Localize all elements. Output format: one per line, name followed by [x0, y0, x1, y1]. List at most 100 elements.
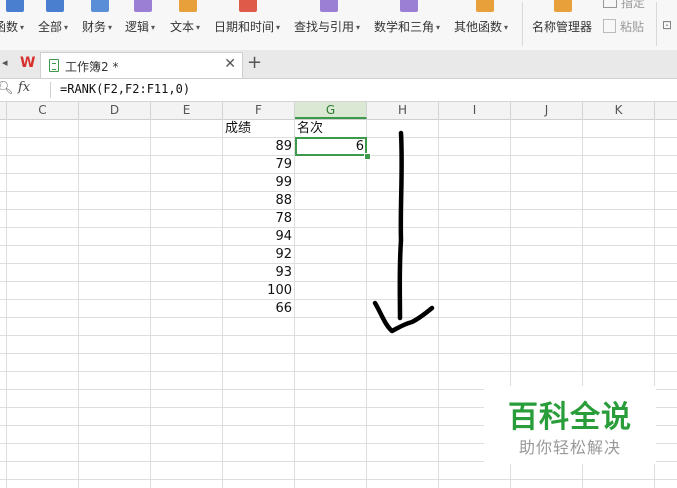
ribbon-lookup-label: 查找与引用 [294, 20, 355, 34]
math-icon [400, 0, 418, 12]
cell-f7-score[interactable]: 94 [223, 228, 295, 246]
column-header-h[interactable]: H [367, 102, 439, 119]
active-cell-outline[interactable] [295, 137, 367, 156]
grid-column-line [78, 119, 79, 488]
ribbon-separator [656, 2, 657, 46]
ribbon-toolbar: 函数▾ 全部▾ 财务▾ 逻辑▾ 文本▾ 日期和时间▾ 查找与引用▾ 数学和三角▾… [0, 0, 677, 51]
cell-f6-score[interactable]: 78 [223, 210, 295, 228]
ribbon-function-label: 函数 [0, 20, 19, 34]
document-tab-bar: ◂ W 工作簿2 * ✕ + [0, 50, 677, 79]
ribbon-date-time-label: 日期和时间 [214, 20, 275, 34]
ribbon-name-manager-label: 名称管理器 [532, 20, 593, 34]
ribbon-all-label: 全部 [38, 20, 63, 34]
cell-f1-score-header[interactable]: 成绩 [225, 120, 295, 138]
ribbon-more-icon[interactable]: ⊡ [662, 18, 672, 32]
formula-input[interactable]: =RANK(F2,F2:F11,0) [60, 82, 190, 96]
column-header-i[interactable]: I [439, 102, 511, 119]
chevron-down-icon: ▾ [276, 23, 281, 32]
date-time-icon [239, 0, 257, 12]
cell-f4-score[interactable]: 99 [223, 174, 295, 192]
close-icon[interactable]: ✕ [224, 56, 236, 72]
ribbon-math-label: 数学和三角 [374, 20, 435, 34]
function-icon [6, 0, 24, 12]
ribbon-paste-label: 粘贴 [620, 20, 645, 34]
column-header-k[interactable]: K [583, 102, 655, 119]
fill-handle[interactable] [364, 153, 371, 160]
ribbon-function-button[interactable]: 函数▾ [0, 0, 32, 50]
column-header-f[interactable]: F [223, 102, 295, 119]
document-tab[interactable]: 工作簿2 * ✕ [40, 52, 243, 78]
chevron-down-icon: ▾ [108, 23, 113, 32]
grid-row-line [0, 479, 677, 480]
column-header-g[interactable]: G [295, 102, 367, 119]
chevron-down-icon: ▾ [504, 23, 509, 32]
grid-row-line [0, 209, 677, 210]
ribbon-text-button[interactable]: 文本 ▾ [170, 0, 210, 50]
ribbon-finance-button[interactable]: 财务 ▾ [82, 0, 122, 50]
chevron-left-icon[interactable]: ◂ [2, 56, 8, 69]
cell-f2-score[interactable]: 89 [223, 138, 295, 156]
wps-logo-icon[interactable]: W [20, 55, 35, 71]
grid-row-line [0, 173, 677, 174]
ribbon-name-manager-button[interactable]: 名称管理器 [532, 0, 594, 50]
spreadsheet-file-icon [49, 59, 59, 72]
ribbon-logic-button[interactable]: 逻辑 ▾ [125, 0, 165, 50]
insert-function-button[interactable]: fx [18, 80, 30, 95]
chevron-down-icon: ▾ [20, 23, 25, 32]
grid-row-line [0, 281, 677, 282]
ribbon-other-functions-label: 其他函数 [454, 20, 503, 34]
ribbon-math-button[interactable]: 数学和三角 ▾ [374, 0, 448, 50]
chevron-down-icon: ▾ [64, 23, 69, 32]
grid-row-line [0, 317, 677, 318]
column-header-e[interactable]: E [151, 102, 223, 119]
text-icon [179, 0, 197, 12]
grid-column-line [6, 119, 7, 488]
ribbon-logic-label: 逻辑 [125, 20, 150, 34]
column-header-d[interactable]: D [79, 102, 151, 119]
zoom-magnifier-icon[interactable]: 🔍︎ [0, 81, 14, 96]
grid-column-line [438, 119, 439, 488]
cell-f9-score[interactable]: 93 [223, 264, 295, 282]
grid-row-line [0, 191, 677, 192]
ribbon-separator [522, 2, 523, 46]
chevron-down-icon: ▾ [196, 23, 201, 32]
chevron-down-icon: ▾ [151, 23, 156, 32]
watermark-logo: 百科全说 助你轻松解决 [484, 386, 656, 464]
grid-row-line [0, 245, 677, 246]
new-tab-button[interactable]: + [247, 52, 262, 73]
column-header-l[interactable] [655, 102, 677, 119]
column-header-c[interactable]: C [7, 102, 79, 119]
cell-f5-score[interactable]: 88 [223, 192, 295, 210]
watermark-title: 百科全说 [508, 400, 632, 435]
row-header-corner[interactable] [0, 102, 7, 119]
ribbon-other-functions-button[interactable]: 其他函数 ▾ [454, 0, 516, 50]
specify-icon [603, 0, 617, 8]
ribbon-all-button[interactable]: 全部 ▾ [38, 0, 78, 50]
all-functions-icon [46, 0, 64, 12]
ribbon-paste-button[interactable]: 粘贴 [603, 18, 644, 35]
ribbon-specify-button[interactable]: 指定 [603, 0, 645, 11]
ribbon-text-label: 文本 [170, 20, 195, 34]
grid-row-line [0, 371, 677, 372]
column-headers: C D E F G H I J K [0, 102, 677, 120]
grid-row-line [0, 263, 677, 264]
grid-row-line [0, 227, 677, 228]
grid-column-line [366, 119, 367, 488]
other-functions-icon [476, 0, 494, 12]
cell-f10-score[interactable]: 100 [223, 282, 295, 300]
finance-icon [91, 0, 109, 12]
cell-g1-rank-header[interactable]: 名次 [297, 120, 367, 138]
ribbon-specify-label: 指定 [621, 0, 646, 10]
cell-f3-score[interactable]: 79 [223, 156, 295, 174]
grid-row-line [0, 335, 677, 336]
column-header-j[interactable]: J [511, 102, 583, 119]
ribbon-date-time-button[interactable]: 日期和时间 ▾ [214, 0, 288, 50]
grid-row-line [0, 353, 677, 354]
cell-f8-score[interactable]: 92 [223, 246, 295, 264]
ribbon-lookup-button[interactable]: 查找与引用 ▾ [294, 0, 368, 50]
logic-icon [134, 0, 152, 12]
cell-f11-score[interactable]: 66 [223, 300, 295, 318]
formula-bar: 🔍︎ fx =RANK(F2,F2:F11,0) [0, 79, 677, 102]
name-manager-icon [554, 0, 572, 12]
formula-bar-separator [50, 82, 51, 98]
